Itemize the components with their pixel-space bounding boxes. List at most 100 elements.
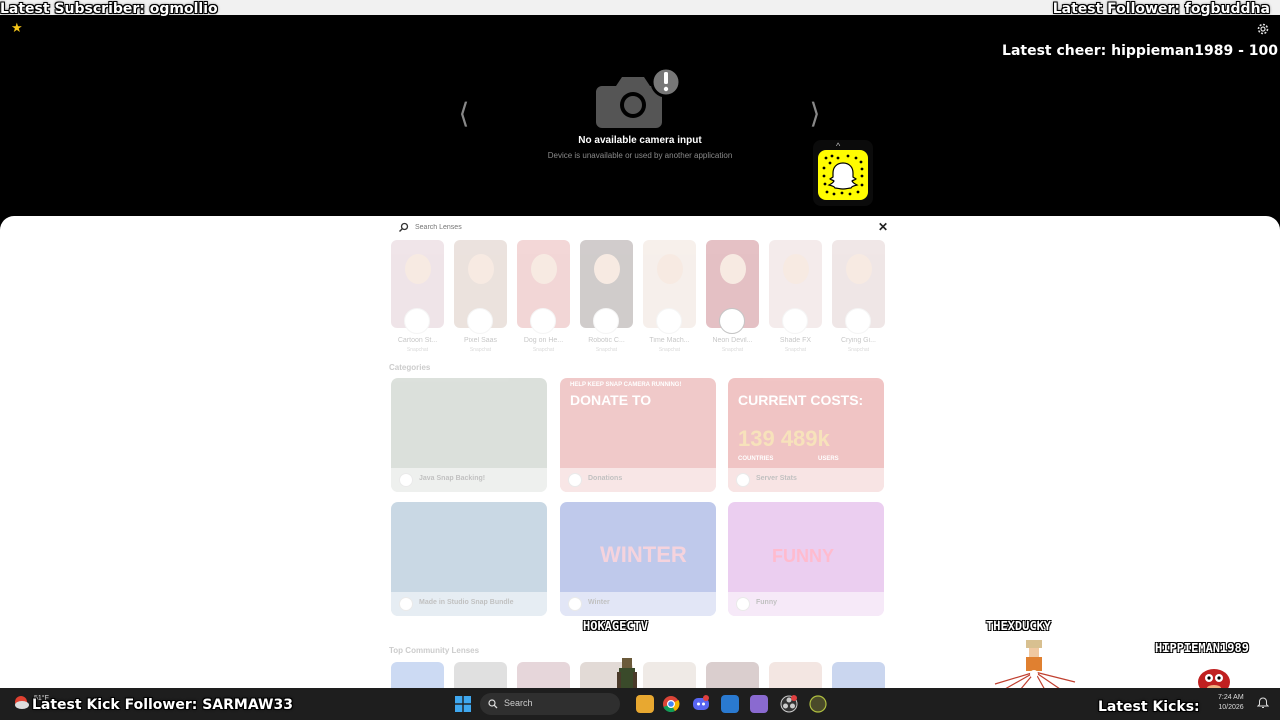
lens-badge-icon [656, 308, 682, 334]
taskbar-search-label: Search [504, 698, 533, 708]
card-label: Funny [756, 599, 777, 606]
lens-badge-icon [845, 308, 871, 334]
lens-badge-icon [593, 308, 619, 334]
category-icon [736, 597, 750, 611]
lens-name: Time Mach... [649, 337, 690, 344]
camera-alert-icon [596, 66, 682, 128]
lens-badge-icon [404, 308, 430, 334]
lens-item[interactable]: Robotic C... Snapchat [580, 240, 633, 353]
category-card[interactable]: HELP KEEP SNAP CAMERA RUNNING! DONATE TO… [560, 378, 716, 492]
category-card[interactable]: FUNNY Funny [728, 502, 884, 616]
lens-item[interactable]: Crying Gi... Snapchat [832, 240, 885, 353]
category-icon [568, 597, 582, 611]
category-card[interactable]: Java Snap Backing! [391, 378, 547, 492]
windows-icon[interactable] [455, 696, 471, 712]
lens-search-bar[interactable] [391, 220, 871, 235]
card-caption: Funny [728, 592, 884, 616]
lens-author: Snapchat [406, 347, 429, 353]
lens-name: Robotic C... [588, 337, 625, 344]
star-icon[interactable]: ★ [11, 21, 25, 35]
lens-search-input[interactable] [415, 220, 835, 235]
snapcode-dots [822, 154, 864, 196]
category-icon [399, 473, 413, 487]
file-explorer-icon[interactable] [636, 695, 654, 713]
weather-icon[interactable] [12, 693, 30, 711]
card-headline: FUNNY [772, 546, 834, 566]
lens-item[interactable]: Shade FX Snapchat [769, 240, 822, 353]
card-label: Donations [588, 475, 623, 482]
card-caption: Winter [560, 592, 716, 616]
lens-badge-icon [782, 308, 808, 334]
search-icon [399, 222, 409, 232]
previous-arrow-icon[interactable]: ⟨ [456, 98, 472, 130]
lens-author: Snapchat [721, 347, 744, 353]
camera-error-subtitle: Device is unavailable or used by another… [547, 151, 733, 160]
category-card[interactable]: CURRENT COSTS: 139 489k COUNTRIES USERS … [728, 378, 884, 492]
lens-author: Snapchat [784, 347, 807, 353]
latest-cheer-label: Latest cheer: hippieman1989 - 100 [1002, 43, 1278, 59]
lens-item[interactable]: Time Mach... Snapchat [643, 240, 696, 353]
notification-bell-icon[interactable] [1257, 697, 1269, 709]
lens-author: Snapchat [595, 347, 618, 353]
lens-name: Cartoon St... [397, 337, 438, 344]
card-banner-text: HELP KEEP SNAP CAMERA RUNNING! [570, 382, 682, 388]
card-caption: Server Stats [728, 468, 884, 492]
category-grid: Java Snap Backing! HELP KEEP SNAP CAMERA… [391, 378, 884, 618]
viewer-character-sprite [994, 640, 1076, 690]
categories-heading: Categories [389, 363, 431, 372]
obs-icon[interactable] [780, 695, 798, 713]
card-label: Made in Studio Snap Bundle [419, 599, 514, 606]
lens-author: Snapchat [847, 347, 870, 353]
card-stat-label-countries: COUNTRIES [738, 456, 774, 462]
next-arrow-icon[interactable]: ⟩ [807, 98, 823, 130]
app-green-icon[interactable] [809, 695, 827, 713]
lens-badge-icon [719, 308, 745, 334]
lens-badge-icon [530, 308, 556, 334]
card-label: Winter [588, 599, 610, 606]
featured-lens-row: Cartoon St... Snapchat Pixel Saas Snapch… [391, 240, 886, 355]
lens-name: Shade FX [779, 337, 812, 344]
viewer-name-hokagectv: HOKAGECTV [583, 619, 649, 633]
card-label: Server Stats [756, 475, 797, 482]
card-caption: Donations [560, 468, 716, 492]
chrome-icon[interactable] [662, 695, 680, 713]
close-icon[interactable]: ✕ [878, 221, 888, 233]
card-caption: Java Snap Backing! [391, 468, 547, 492]
app-purple-icon[interactable] [750, 695, 768, 713]
category-icon [399, 597, 413, 611]
latest-follower-label: Latest Follower: fogbuddha [1052, 1, 1270, 17]
lens-author: Snapchat [658, 347, 681, 353]
lens-name: Neon Devil... [712, 337, 753, 344]
discord-icon[interactable] [692, 695, 710, 713]
lens-item[interactable]: Pixel Saas Snapchat [454, 240, 507, 353]
lens-name: Crying Gi... [840, 337, 876, 344]
card-label: Java Snap Backing! [419, 475, 486, 482]
lens-item[interactable]: Neon Devil... Snapchat [706, 240, 759, 353]
viewer-name-hippieman1989: HIPPIEMAN1989 [1155, 641, 1249, 655]
clock-date: 10/2026 [1218, 704, 1244, 711]
gear-icon[interactable] [1256, 22, 1270, 36]
snapcode-widget[interactable]: ^ [813, 140, 873, 206]
card-headline: WINTER [600, 542, 687, 567]
search-icon [488, 699, 498, 709]
latest-subscriber-label: Latest Subscriber: ogmollio [0, 1, 218, 17]
lens-item[interactable]: Dog on He... Snapchat [517, 240, 570, 353]
taskbar-search-box[interactable]: Search [480, 693, 620, 715]
lens-name: Pixel Saas [463, 337, 498, 344]
app-window-icon[interactable] [721, 695, 739, 713]
lens-badge-icon [467, 308, 493, 334]
latest-kicks-label: Latest Kicks: [1098, 699, 1200, 715]
latest-kick-follower-label: Latest Kick Follower: SARMAW33 [32, 697, 293, 713]
category-icon [736, 473, 750, 487]
lens-author: Snapchat [469, 347, 492, 353]
lens-author: Snapchat [532, 347, 555, 353]
card-headline: DONATE TO [570, 392, 652, 408]
lens-name: Dog on He... [523, 337, 564, 344]
camera-error-title: No available camera input [578, 135, 702, 146]
taskbar-clock[interactable]: 7:24 AM 10/2026 [1218, 693, 1244, 713]
category-card[interactable]: Made in Studio Snap Bundle [391, 502, 547, 616]
card-stats: 139 489k [738, 426, 830, 451]
category-card[interactable]: WINTER Winter [560, 502, 716, 616]
lens-item[interactable]: Cartoon St... Snapchat [391, 240, 444, 353]
community-lenses-heading: Top Community Lenses [389, 646, 480, 655]
